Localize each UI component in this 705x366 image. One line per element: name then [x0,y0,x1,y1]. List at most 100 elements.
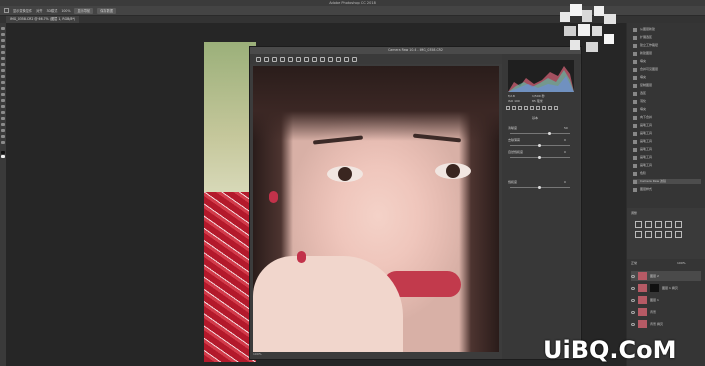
history-item[interactable]: 填充 [633,59,701,64]
history-brush-icon[interactable] [1,81,5,84]
dehaze-slider[interactable] [510,144,570,147]
history-item[interactable]: 从图层新建 [633,27,701,32]
eyedropper-tool-icon[interactable] [1,57,5,60]
move-tool-icon[interactable] [4,8,9,13]
history-item[interactable]: 复制图层 [633,83,701,88]
saturation-slider[interactable] [510,186,570,189]
eye-icon[interactable] [631,286,635,290]
brightness-icon[interactable] [635,221,642,228]
zoom-tool-icon[interactable] [1,141,5,144]
color-sampler-icon[interactable] [280,56,285,62]
vibrance-icon[interactable] [675,221,682,228]
radial-filter-icon[interactable] [352,56,357,62]
shape-tool-icon[interactable] [1,129,5,132]
dodge-tool-icon[interactable] [1,105,5,108]
history-item[interactable]: 填充 [633,107,701,112]
lasso-tool-icon[interactable] [1,39,5,42]
presets-tab-icon[interactable] [554,106,558,110]
history-item[interactable]: 画笔工具 [633,155,701,160]
history-item[interactable]: 新建图层 [633,51,701,56]
eye-icon[interactable] [631,322,635,326]
crop-icon[interactable] [296,56,301,62]
options-item[interactable]: 100% [61,9,70,13]
history-item[interactable]: 画笔工具 [633,139,701,144]
levels-icon[interactable] [645,221,652,228]
eye-icon[interactable] [631,274,635,278]
color-balance-icon[interactable] [645,231,652,238]
slider-value[interactable]: 50 [564,126,568,130]
layer-mask[interactable] [650,284,659,292]
blend-mode[interactable]: 正常 [631,261,637,265]
background-color-swatch[interactable] [1,155,5,158]
exposure-icon[interactable] [665,221,672,228]
document-tab[interactable]: IMG_0358.CR2 @ 66.7% (图层 1, RGB/8*) [6,16,80,23]
calibration-tab-icon[interactable] [548,106,552,110]
options-button[interactable]: 显示导航 [74,7,94,14]
history-item[interactable]: 建立工作路径 [633,43,701,48]
options-item[interactable]: 3D模式 [47,8,58,13]
layer-row[interactable]: 图层 1 拷贝 [631,283,701,293]
straighten-icon[interactable] [304,56,309,62]
move-tool-icon[interactable] [1,27,5,30]
eraser-tool-icon[interactable] [1,87,5,90]
channel-mixer-icon[interactable] [675,231,682,238]
marquee-tool-icon[interactable] [1,33,5,36]
path-select-icon[interactable] [1,123,5,126]
adjustment-brush-icon[interactable] [336,56,341,62]
slider-value[interactable]: 0 [564,150,566,154]
foreground-color-swatch[interactable] [1,151,5,154]
preview-image[interactable] [253,66,499,352]
blur-tool-icon[interactable] [1,99,5,102]
options-item[interactable]: 显示变换控件 [13,8,32,13]
pen-tool-icon[interactable] [1,111,5,114]
hand-tool-icon[interactable] [1,135,5,138]
gradient-tool-icon[interactable] [1,93,5,96]
history-item[interactable]: 图层样式 [633,187,701,192]
options-item[interactable]: 对齐 [36,8,42,13]
split-toning-tab-icon[interactable] [530,106,534,110]
history-item[interactable]: 色阶 [633,171,701,176]
red-eye-icon[interactable] [328,56,333,62]
history-item[interactable]: 合并可见图层 [633,67,701,72]
type-tool-icon[interactable] [1,117,5,120]
hand-icon[interactable] [264,56,269,62]
basic-tab-icon[interactable] [506,106,510,110]
photo-filter-icon[interactable] [665,231,672,238]
zoom-level[interactable]: 100% [253,351,499,357]
layer-row[interactable]: 背景 [631,307,701,317]
slider-value[interactable]: 0 [564,138,566,142]
healing-tool-icon[interactable] [1,63,5,66]
graduated-filter-icon[interactable] [344,56,349,62]
white-balance-icon[interactable] [272,56,277,62]
history-item[interactable]: 扩展选区 [633,35,701,40]
detail-tab-icon[interactable] [518,106,522,110]
layer-row[interactable]: 图层 1 [631,295,701,305]
history-item[interactable]: 画笔工具 [633,147,701,152]
eye-icon[interactable] [631,310,635,314]
black-white-icon[interactable] [655,231,662,238]
layer-row[interactable]: 背景 拷贝 [631,319,701,329]
eye-icon[interactable] [631,298,635,302]
hue-saturation-icon[interactable] [635,231,642,238]
stamp-tool-icon[interactable] [1,75,5,78]
zoom-icon[interactable] [256,56,261,62]
history-item[interactable]: 选区 [633,91,701,96]
crop-tool-icon[interactable] [1,51,5,54]
clarity-slider[interactable] [510,132,570,135]
lens-tab-icon[interactable] [536,106,540,110]
history-item[interactable]: 填充 [633,75,701,80]
vibrance-slider[interactable] [510,156,570,159]
tone-curve-tab-icon[interactable] [512,106,516,110]
transform-icon[interactable] [312,56,317,62]
history-item[interactable]: 画笔工具 [633,131,701,136]
curves-icon[interactable] [655,221,662,228]
target-adjust-icon[interactable] [288,56,293,62]
hsl-tab-icon[interactable] [524,106,528,110]
history-item[interactable]: Camera Raw 滤镜 [633,179,701,184]
quick-select-tool-icon[interactable] [1,45,5,48]
slider-value[interactable]: 0 [564,180,566,184]
history-item[interactable]: 画笔工具 [633,123,701,128]
history-item[interactable]: 羽化 [633,99,701,104]
layer-row[interactable]: 图层 2 [631,271,701,281]
options-button[interactable]: 保存数据 [97,7,116,14]
